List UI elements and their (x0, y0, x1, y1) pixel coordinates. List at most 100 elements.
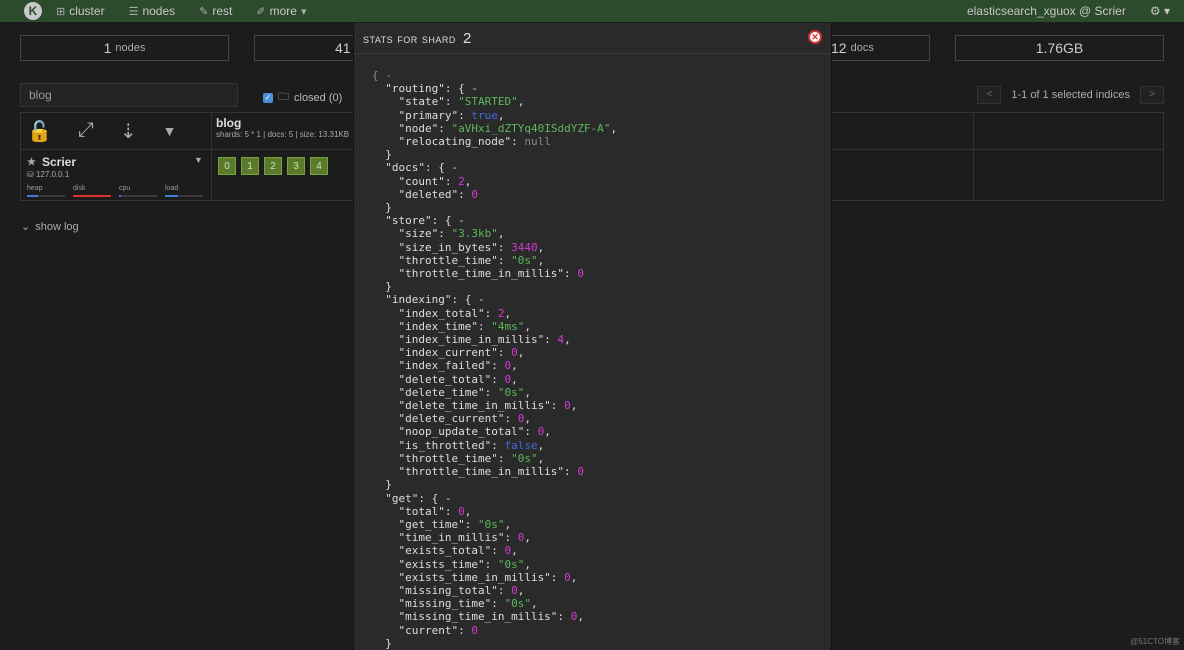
json-line: "throttle_time": "0s", (372, 254, 617, 267)
nav-nodes[interactable]: ☰ nodes (129, 4, 176, 18)
json-token: "0s" (497, 385, 525, 399)
show-log-toggle[interactable]: ⌄ show log (21, 220, 79, 234)
shard-button[interactable]: 0 (218, 157, 236, 175)
nav-cluster[interactable]: ⊞ cluster (56, 4, 105, 18)
shard-button[interactable]: 1 (241, 157, 259, 175)
node-ip: ⛁ 127.0.0.1 (27, 170, 69, 179)
json-line: "missing_time": "0s", (372, 597, 617, 610)
json-token: true (471, 108, 498, 122)
json-token: "0s" (511, 451, 538, 465)
json-token: , (537, 253, 545, 267)
json-token: , (464, 504, 472, 518)
json-token: "delete_current": (372, 412, 518, 426)
sort-az-icon[interactable]: ⇣ (120, 119, 137, 144)
json-token: 0 (577, 267, 584, 281)
modal-title-text: stats for shard (363, 30, 456, 46)
metric-heap: heap (27, 185, 65, 197)
json-line: "exists_time_in_millis": 0, (372, 571, 617, 584)
json-token: "0s" (497, 557, 525, 571)
json-token: 0 (458, 504, 465, 518)
json-token: , (524, 319, 531, 333)
caret-down-icon: ▾ (300, 5, 307, 18)
json-token: 0 (511, 346, 518, 360)
index-filter-input[interactable]: blog (20, 83, 238, 107)
metric-label: cpu (119, 185, 131, 192)
json-line: } (372, 201, 617, 214)
nav-rest-label: rest (212, 4, 233, 18)
index-info: shards: 5 * 1 | docs: 5 | size: 13.31KB (216, 130, 350, 139)
nav-more[interactable]: ✐ more ▾ (256, 4, 306, 18)
json-token: "delete_time": (372, 385, 498, 399)
json-token: 0 (577, 465, 584, 479)
json-token: "index_time_in_millis": (372, 333, 558, 347)
json-token: "3.3kb" (451, 227, 498, 241)
json-token: "0s" (504, 597, 531, 611)
json-line: } (372, 637, 617, 650)
pagination: < 1-1 of 1 selected indices > (977, 86, 1164, 104)
json-token: } (372, 280, 392, 294)
json-line: "missing_total": 0, (372, 584, 617, 597)
json-token: 0 (471, 187, 478, 201)
index-name[interactable]: blog (216, 116, 241, 130)
logo-icon[interactable]: K (24, 2, 42, 20)
stat-nodes: 1 nodes (20, 35, 229, 61)
node-name[interactable]: ★ Scrier (27, 155, 76, 169)
cluster-user-label: elasticsearch_xguox @ Scrier (966, 4, 1126, 18)
json-token: "throttle_time_in_millis": (372, 465, 578, 479)
json-token: 0 (564, 570, 571, 584)
json-line: "docs": { - (372, 161, 617, 174)
metric-label: disk (73, 185, 86, 192)
json-line: "exists_time": "0s", (372, 558, 617, 571)
json-token: , (577, 610, 584, 624)
show-log-label: show log (35, 220, 79, 233)
json-token: , (517, 346, 525, 360)
stat-nodes-value: 1 (103, 40, 112, 56)
close-icon[interactable]: ✕ (808, 30, 822, 44)
chevron-down-circle-icon: ⌄ (21, 221, 31, 233)
metric-load-bar (165, 195, 179, 197)
json-line: "noop_update_total": 0, (372, 425, 617, 438)
checkbox-icon[interactable]: ✓ (263, 92, 273, 103)
caret-down-icon[interactable]: ▼ (163, 123, 177, 144)
json-token: 0 (511, 583, 518, 597)
json-token: "routing": { - (372, 82, 478, 96)
json-token: , (511, 544, 518, 558)
json-token: , (524, 557, 531, 571)
json-line: "missing_time_in_millis": 0, (372, 610, 617, 623)
settings-menu[interactable]: ⚙ ▾ (1150, 4, 1170, 18)
json-token: "primary": (372, 108, 472, 122)
json-token: "missing_time": (372, 597, 505, 611)
table-toolbar: 🔓 ⤢ ⇣ ▼ (27, 119, 177, 144)
expand-icon[interactable]: ⤢ (78, 119, 94, 144)
shard-button[interactable]: 4 (310, 157, 328, 175)
json-line: "primary": true, (372, 109, 617, 122)
stat-docs-value: 12 (831, 40, 847, 56)
json-token: "throttle_time": (372, 253, 512, 267)
json-line: "state": "STARTED", (372, 95, 617, 108)
shard-button[interactable]: 3 (287, 157, 305, 175)
next-page-button[interactable]: > (1140, 86, 1164, 104)
json-token: , (464, 174, 472, 188)
json-line: "current": 0 (372, 624, 617, 637)
json-line: "size": "3.3kb", (372, 227, 617, 240)
top-navbar: K ⊞ cluster ☰ nodes ✎ rest ✐ more ▾ elas… (0, 0, 1184, 22)
json-token: "throttle_time": (372, 451, 512, 465)
json-token: "size": (372, 227, 452, 241)
stat-shards-value: 41 (335, 40, 351, 56)
json-token: "missing_time_in_millis": (372, 610, 571, 624)
json-line: "delete_time_in_millis": 0, (372, 399, 617, 412)
json-token: 2 (458, 174, 465, 188)
metric-cpu: cpu (119, 185, 157, 197)
json-token: null (524, 135, 551, 149)
nav-rest[interactable]: ✎ rest (199, 4, 232, 18)
unlock-icon[interactable]: 🔓 (27, 119, 52, 144)
json-line: "node": "aVHxi_dZTYq40ISddYZF-A", (372, 122, 617, 135)
json-token: "store": { - (372, 214, 465, 228)
table-divider (973, 113, 974, 200)
prev-page-button[interactable]: < (977, 86, 1002, 104)
json-token: 0 (471, 623, 478, 637)
closed-indices-toggle[interactable]: ✓ 🗀 closed (0) (263, 88, 342, 107)
json-line: "relocating_node": null (372, 135, 617, 148)
shard-button[interactable]: 2 (264, 157, 282, 175)
node-menu-caret-icon[interactable]: ▼ (194, 155, 203, 165)
